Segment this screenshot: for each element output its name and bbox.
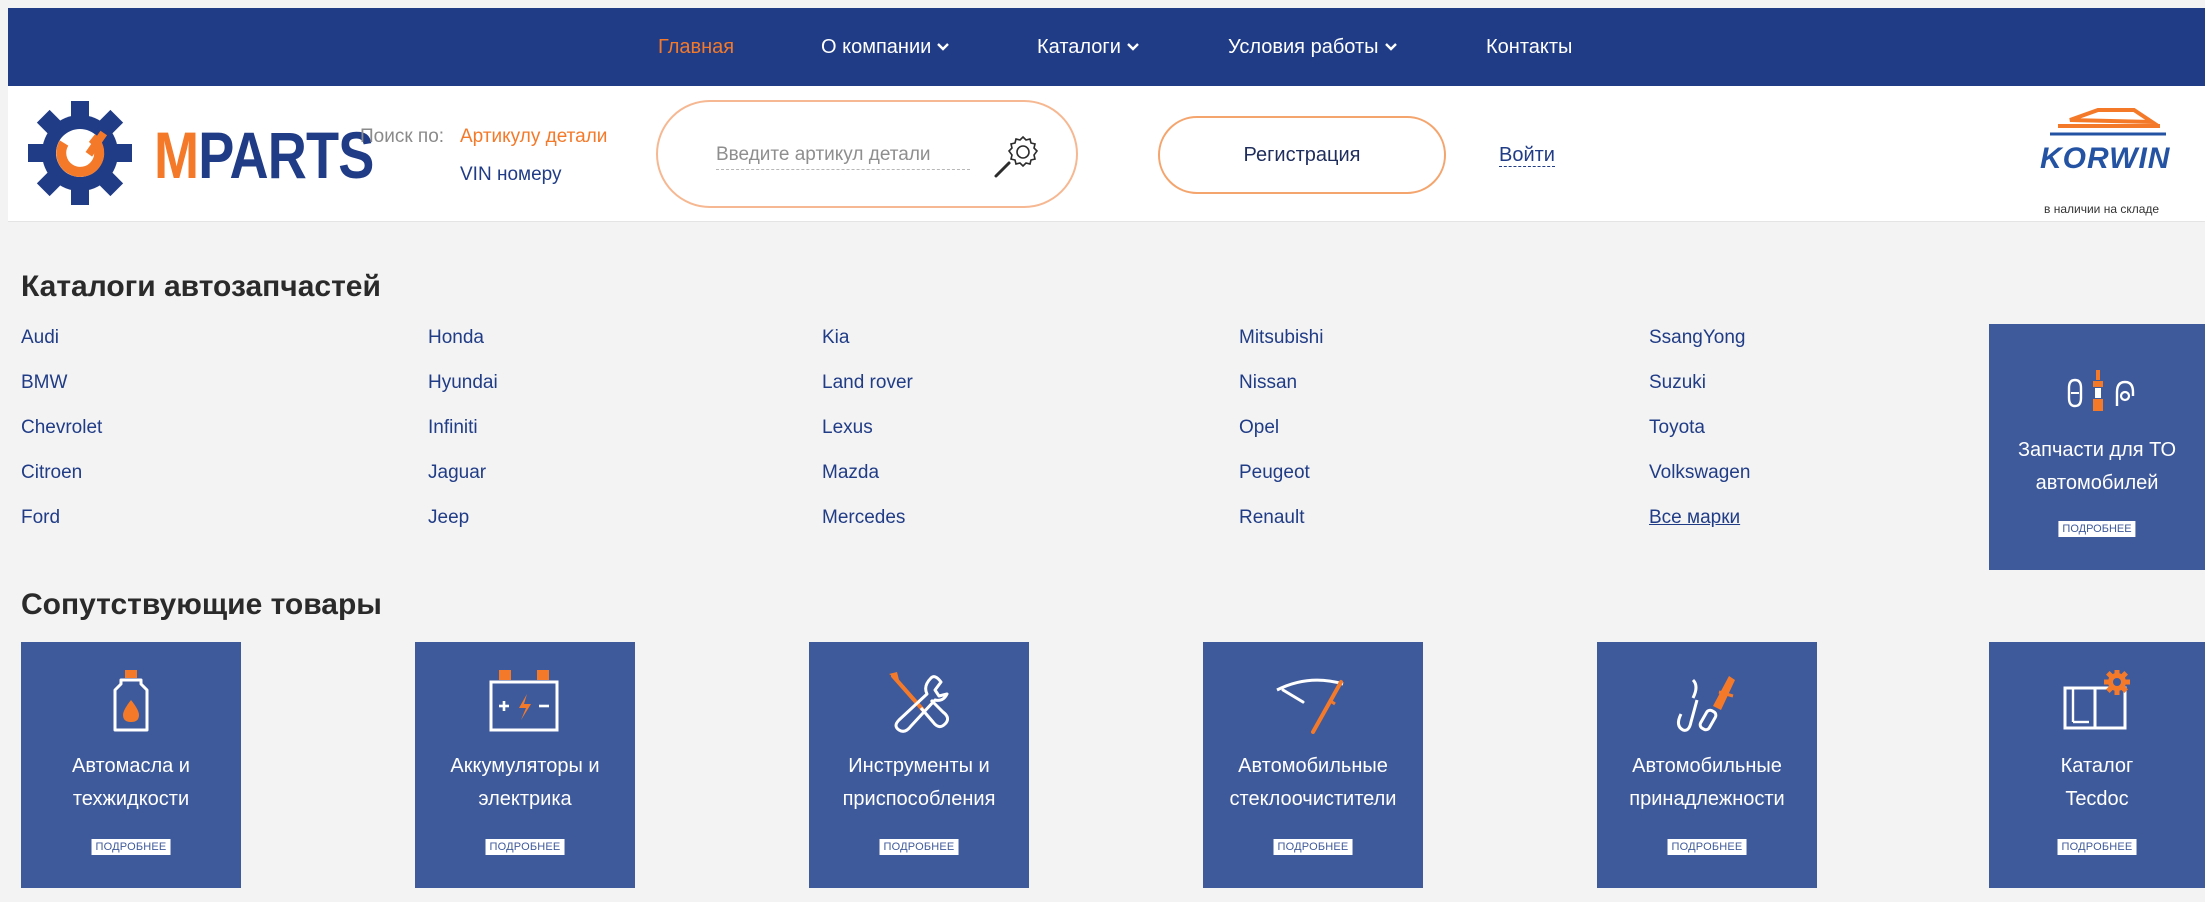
korwin-logo[interactable]: KORWIN в наличии на складе (2030, 106, 2180, 216)
tile-label-line1: Каталог (2060, 755, 2134, 777)
brand-link[interactable]: Nissan (1239, 372, 1297, 394)
chevron-down-icon (1384, 43, 1397, 51)
tile-label-line2: принадлежности (1629, 788, 1785, 810)
brand-link[interactable]: Jeep (428, 507, 469, 529)
brand-link[interactable]: Mazda (822, 462, 879, 484)
nav-item-contacts[interactable]: Контакты (1486, 8, 1572, 86)
korwin-car-icon (2050, 108, 2166, 136)
gear-logo-icon (28, 101, 132, 205)
brand-link[interactable]: SsangYong (1649, 327, 1746, 349)
register-button[interactable]: Регистрация (1158, 116, 1446, 194)
brand-link[interactable]: Ford (21, 507, 60, 529)
tile-label-line2: приспособления (842, 788, 996, 810)
nav-item-about[interactable]: О компании (821, 8, 950, 86)
accessories-tile[interactable]: Автомобильные принадлежности ПОДРОБНЕЕ (1597, 642, 1817, 888)
nav-item-catalogs[interactable]: Каталоги (1037, 8, 1139, 86)
nav-item-terms[interactable]: Условия работы (1228, 8, 1397, 86)
tile-label-line2: техжидкости (72, 788, 190, 810)
login-link[interactable]: Войти (1499, 144, 1555, 167)
tecdoc-catalog-tile[interactable]: Каталог Tecdoc ПОДРОБНЕЕ (1989, 642, 2205, 888)
korwin-caption: в наличии на складе (2044, 202, 2160, 216)
gear-search-icon[interactable] (992, 132, 1044, 180)
search-by-label: Поиск по: (360, 126, 445, 147)
brand-link[interactable]: Chevrolet (21, 417, 102, 439)
brand-link[interactable]: Honda (428, 327, 484, 349)
top-navigation: Главная О компании Каталоги Условия рабо… (8, 8, 2205, 86)
brand-link[interactable]: Mercedes (822, 507, 905, 529)
oil-canister-icon (113, 670, 149, 732)
wipers-tile[interactable]: Автомобильные стеклоочистители ПОДРОБНЕЕ (1203, 642, 1423, 888)
more-button[interactable]: ПОДРОБНЕЕ (91, 839, 171, 855)
tools-tile[interactable]: Инструменты и приспособления ПОДРОБНЕЕ (809, 642, 1029, 888)
more-button[interactable]: ПОДРОБНЕЕ (879, 839, 959, 855)
brand-link[interactable]: Infiniti (428, 417, 478, 439)
korwin-wordmark: KORWIN (2040, 142, 2171, 175)
brand-link[interactable]: Suzuki (1649, 372, 1706, 394)
search-option-article[interactable]: Артикулу детали (460, 126, 607, 148)
brand-link[interactable]: Renault (1239, 507, 1305, 529)
search-option-vin[interactable]: VIN номеру (460, 164, 562, 186)
tile-label-line2: Tecdoc (2065, 788, 2129, 810)
search-box (656, 100, 1078, 208)
brand-link[interactable]: Land rover (822, 372, 913, 394)
brand-link[interactable]: BMW (21, 372, 67, 394)
more-button[interactable]: ПОДРОБНЕЕ (2057, 839, 2137, 855)
tile-label-line1: Автомобильные (1238, 755, 1388, 777)
nav-item-home[interactable]: Главная (658, 8, 734, 86)
all-brands-link[interactable]: Все марки (1649, 507, 1740, 529)
more-button[interactable]: ПОДРОБНЕЕ (1667, 839, 1747, 855)
brand-link[interactable]: Jaguar (428, 462, 486, 484)
brand-link[interactable]: Volkswagen (1649, 462, 1750, 484)
brand-link[interactable]: Citroen (21, 462, 82, 484)
search-input[interactable] (716, 140, 970, 170)
tile-label-line1: Запчасти для ТО (2017, 439, 2177, 461)
tile-label-line1: Аккумуляторы и (450, 755, 600, 777)
wiper-icon (1276, 678, 1344, 734)
tile-label-line1: Инструменты и (848, 755, 990, 777)
more-button[interactable]: ПОДРОБНЕЕ (2058, 521, 2136, 537)
spark-plug-icon (2067, 370, 2135, 411)
batteries-electrics-tile[interactable]: Аккумуляторы и электрика ПОДРОБНЕЕ (415, 642, 635, 888)
jumper-cables-icon (1676, 676, 1735, 732)
brand-link[interactable]: Audi (21, 327, 59, 349)
tools-icon (889, 672, 949, 733)
oils-fluids-tile[interactable]: Автомасла и техжидкости ПОДРОБНЕЕ (21, 642, 241, 888)
mparts-logo[interactable]: MPARTS (20, 100, 374, 206)
brand-link[interactable]: Mitsubishi (1239, 327, 1323, 349)
brand-link[interactable]: Toyota (1649, 417, 1705, 439)
tile-label-line2: автомобилей (2035, 472, 2159, 494)
logo-wordmark: MPARTS (154, 118, 374, 192)
related-products-title: Сопутствующие товары (21, 588, 382, 621)
more-button[interactable]: ПОДРОБНЕЕ (485, 839, 565, 855)
brand-link[interactable]: Opel (1239, 417, 1279, 439)
battery-icon (489, 670, 559, 732)
tile-label-line2: стеклоочистители (1229, 788, 1397, 810)
catalogs-title: Каталоги автозапчастей (21, 270, 381, 303)
brand-link[interactable]: Peugeot (1239, 462, 1310, 484)
chevron-down-icon (937, 43, 950, 51)
tile-label-line2: электрика (478, 788, 572, 810)
maintenance-parts-tile[interactable]: Запчасти для ТО автомобилей ПОДРОБНЕЕ (1989, 324, 2205, 570)
tile-label-line1: Автомобильные (1632, 755, 1782, 777)
brand-link[interactable]: Hyundai (428, 372, 498, 394)
more-button[interactable]: ПОДРОБНЕЕ (1273, 839, 1353, 855)
brand-link[interactable]: Lexus (822, 417, 873, 439)
site-header: MPARTS Поиск по: Артикулу детали VIN ном… (8, 86, 2205, 222)
brand-link[interactable]: Kia (822, 327, 849, 349)
chevron-down-icon (1127, 43, 1139, 51)
tile-label-line1: Автомасла и (72, 755, 190, 777)
catalog-book-icon (2063, 670, 2130, 730)
